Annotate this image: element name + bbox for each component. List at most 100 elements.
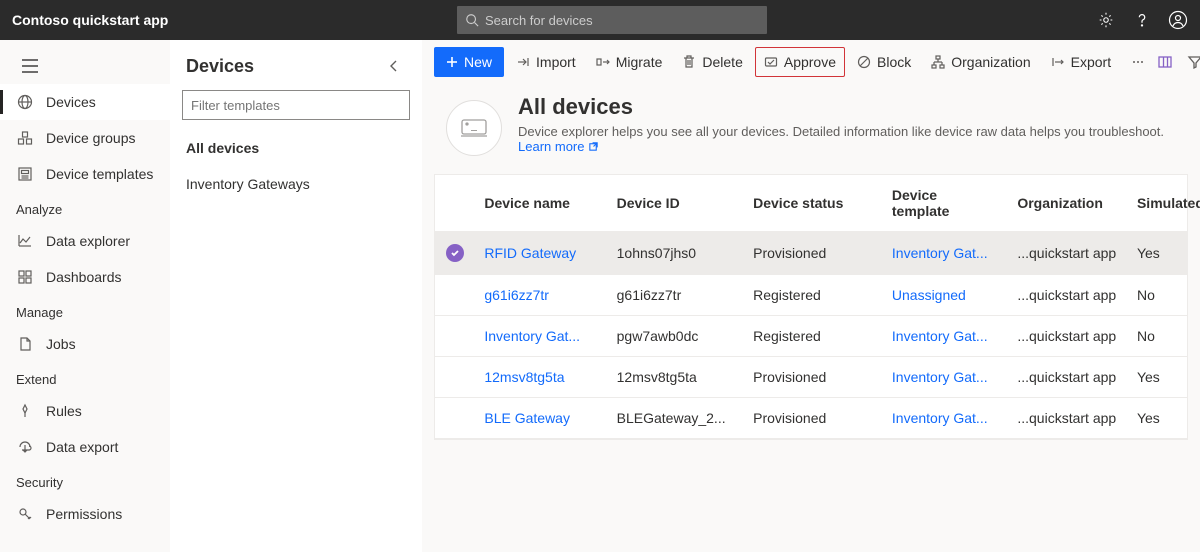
device-template-link[interactable]: Unassigned [882,275,1007,316]
help-icon[interactable] [1132,10,1152,30]
approve-button[interactable]: Approve [755,47,845,77]
export-button[interactable]: Export [1043,47,1119,77]
col-device-template[interactable]: Device template [882,175,1007,232]
export-arrow-icon [1051,55,1065,69]
device-status: Provisioned [743,232,882,275]
device-name-link[interactable]: 12msv8tg5ta [474,357,606,398]
delete-button[interactable]: Delete [674,47,750,77]
col-device-name[interactable]: Device name [474,175,606,232]
organization: ...quickstart app [1007,275,1127,316]
nav-section-manage: Manage [0,295,170,326]
col-simulated[interactable]: Simulated [1127,175,1187,232]
nav-item-data-export[interactable]: Data export [0,429,170,465]
nav-label: Device groups [46,130,136,146]
simulated: Yes [1127,398,1187,439]
hamburger-button[interactable] [0,48,170,84]
nav-item-dashboards[interactable]: Dashboards [0,259,170,295]
table-row[interactable]: Inventory Gat...pgw7awb0dcRegisteredInve… [435,316,1187,357]
row-checkbox[interactable] [435,357,474,398]
row-checkbox[interactable] [435,398,474,439]
block-icon [857,55,871,69]
page-description: Device explorer helps you see all your d… [518,124,1164,139]
nav-item-permissions[interactable]: Permissions [0,496,170,532]
gear-icon[interactable] [1096,10,1116,30]
simulated: Yes [1127,357,1187,398]
table-row[interactable]: RFID Gateway1ohns07jhs0ProvisionedInvent… [435,232,1187,275]
template-item-inventory-gateways[interactable]: Inventory Gateways [170,166,422,202]
device-name-link[interactable]: RFID Gateway [474,232,606,275]
col-organization[interactable]: Organization [1007,175,1127,232]
collapse-button[interactable] [382,54,406,78]
device-template-link[interactable]: Inventory Gat... [882,232,1007,275]
export-icon [16,438,34,456]
nav-item-devices[interactable]: Devices [0,84,170,120]
nav-label: Rules [46,403,82,419]
jobs-icon [16,335,34,353]
block-button[interactable]: Block [849,47,919,77]
table-row[interactable]: 12msv8tg5ta12msv8tg5taProvisionedInvento… [435,357,1187,398]
device-template-link[interactable]: Inventory Gat... [882,398,1007,439]
plus-icon [446,56,458,68]
device-id: BLEGateway_2... [607,398,743,439]
row-checkbox[interactable] [435,316,474,357]
dashboard-icon [16,268,34,286]
permissions-icon [16,505,34,523]
table-row[interactable]: BLE GatewayBLEGateway_2...ProvisionedInv… [435,398,1187,439]
filter-icon[interactable] [1187,54,1200,70]
nav-item-jobs[interactable]: Jobs [0,326,170,362]
device-status: Provisioned [743,357,882,398]
device-name-link[interactable]: BLE Gateway [474,398,606,439]
more-icon [1131,55,1145,69]
user-icon[interactable] [1168,10,1188,30]
devices-table: Device name Device ID Device status Devi… [434,174,1188,440]
nav-item-rules[interactable]: Rules [0,393,170,429]
device-status: Registered [743,275,882,316]
group-icon [16,129,34,147]
learn-more-link[interactable]: Learn more [518,139,599,154]
search-icon [465,13,479,27]
simulated: Yes [1127,232,1187,275]
nav-label: Jobs [46,336,76,352]
filter-templates-input[interactable] [182,90,410,120]
nav-item-device-templates[interactable]: Device templates [0,156,170,192]
migrate-button[interactable]: Migrate [588,47,671,77]
toolbar: New Import Migrate Delete Approve Block [422,40,1200,84]
delete-icon [682,55,696,69]
nav-section-extend: Extend [0,362,170,393]
device-name-link[interactable]: g61i6zz7tr [474,275,606,316]
device-id: 1ohns07jhs0 [607,232,743,275]
globe-icon [16,93,34,111]
checkbox-column[interactable] [435,175,474,232]
device-name-link[interactable]: Inventory Gat... [474,316,606,357]
organization: ...quickstart app [1007,398,1127,439]
import-button[interactable]: Import [508,47,584,77]
nav-label: Devices [46,94,96,110]
device-template-link[interactable]: Inventory Gat... [882,357,1007,398]
search-input[interactable] [485,13,759,28]
info-device-icon [446,100,502,156]
organization: ...quickstart app [1007,232,1127,275]
device-status: Provisioned [743,398,882,439]
row-checkbox[interactable] [435,275,474,316]
simulated: No [1127,316,1187,357]
col-device-id[interactable]: Device ID [607,175,743,232]
more-button[interactable] [1123,47,1153,77]
new-button[interactable]: New [434,47,504,77]
table-header-row: Device name Device ID Device status Devi… [435,175,1187,232]
columns-icon[interactable] [1157,54,1173,70]
nav-label: Dashboards [46,269,122,285]
col-device-status[interactable]: Device status [743,175,882,232]
top-header: Contoso quickstart app [0,0,1200,40]
org-icon [931,55,945,69]
organization-button[interactable]: Organization [923,47,1038,77]
migrate-icon [596,55,610,69]
device-id: 12msv8tg5ta [607,357,743,398]
nav-item-data-explorer[interactable]: Data explorer [0,223,170,259]
table-row[interactable]: g61i6zz7trg61i6zz7trRegisteredUnassigned… [435,275,1187,316]
simulated: No [1127,275,1187,316]
nav-item-device-groups[interactable]: Device groups [0,120,170,156]
row-checkbox[interactable] [435,232,474,275]
device-template-link[interactable]: Inventory Gat... [882,316,1007,357]
template-item-all-devices[interactable]: All devices [170,130,422,166]
search-bar[interactable] [457,6,767,34]
